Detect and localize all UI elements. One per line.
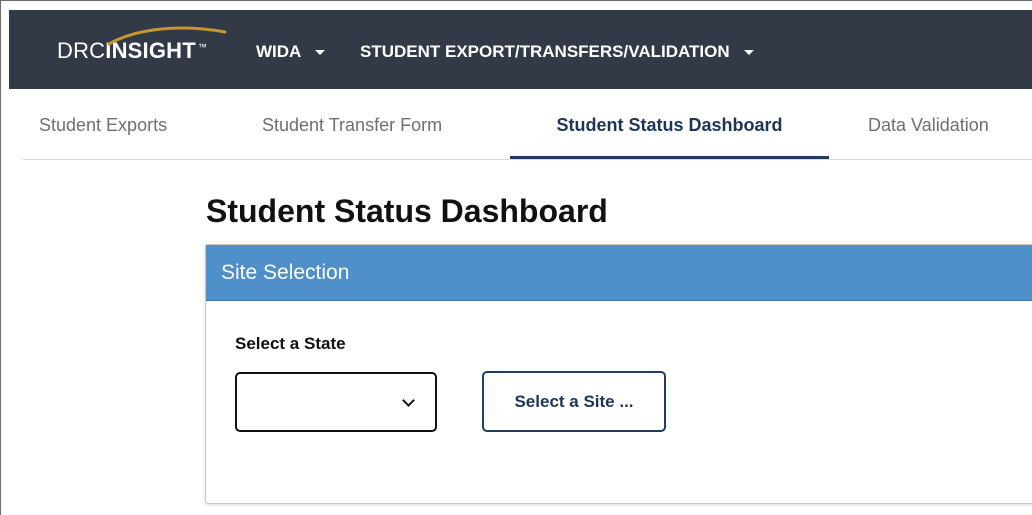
select-state-label: Select a State xyxy=(235,334,346,353)
chevron-down-icon xyxy=(402,394,415,407)
tab-student-transfer-form[interactable]: Student Transfer Form xyxy=(262,89,442,159)
wida-menu-label: WIDA xyxy=(256,42,302,61)
top-navigation-bar: DRC INSIGHT ™ WIDA STUDENT EXPORT/TRANSFER… xyxy=(9,10,1032,89)
site-selection-panel: Site Selection Select a State Select a S… xyxy=(205,244,1032,504)
page-title: Student Status Dashboard xyxy=(206,193,608,229)
logo-text-drc: DRC xyxy=(57,38,106,63)
caret-down-icon xyxy=(743,49,754,55)
student-export-menu[interactable]: STUDENT EXPORT/TRANSFERS/VALIDATION xyxy=(360,42,754,62)
app-window: DRC INSIGHT ™ WIDA STUDENT EXPORT/TRANSFER… xyxy=(0,0,1032,515)
state-select[interactable] xyxy=(235,372,437,432)
student-export-menu-label: STUDENT EXPORT/TRANSFERS/VALIDATION xyxy=(360,42,730,61)
tab-data-validation[interactable]: Data Validation xyxy=(868,89,989,159)
logo-swoosh-icon xyxy=(107,26,227,46)
tab-student-exports[interactable]: Student Exports xyxy=(39,89,167,159)
wida-menu[interactable]: WIDA xyxy=(256,42,326,62)
tab-student-status-dashboard[interactable]: Student Status Dashboard xyxy=(510,89,829,159)
panel-header: Site Selection xyxy=(206,245,1032,301)
caret-down-icon xyxy=(315,49,326,55)
select-site-button[interactable]: Select a Site ... xyxy=(482,371,666,432)
tab-bar: Student Exports Student Transfer Form St… xyxy=(23,89,1032,160)
